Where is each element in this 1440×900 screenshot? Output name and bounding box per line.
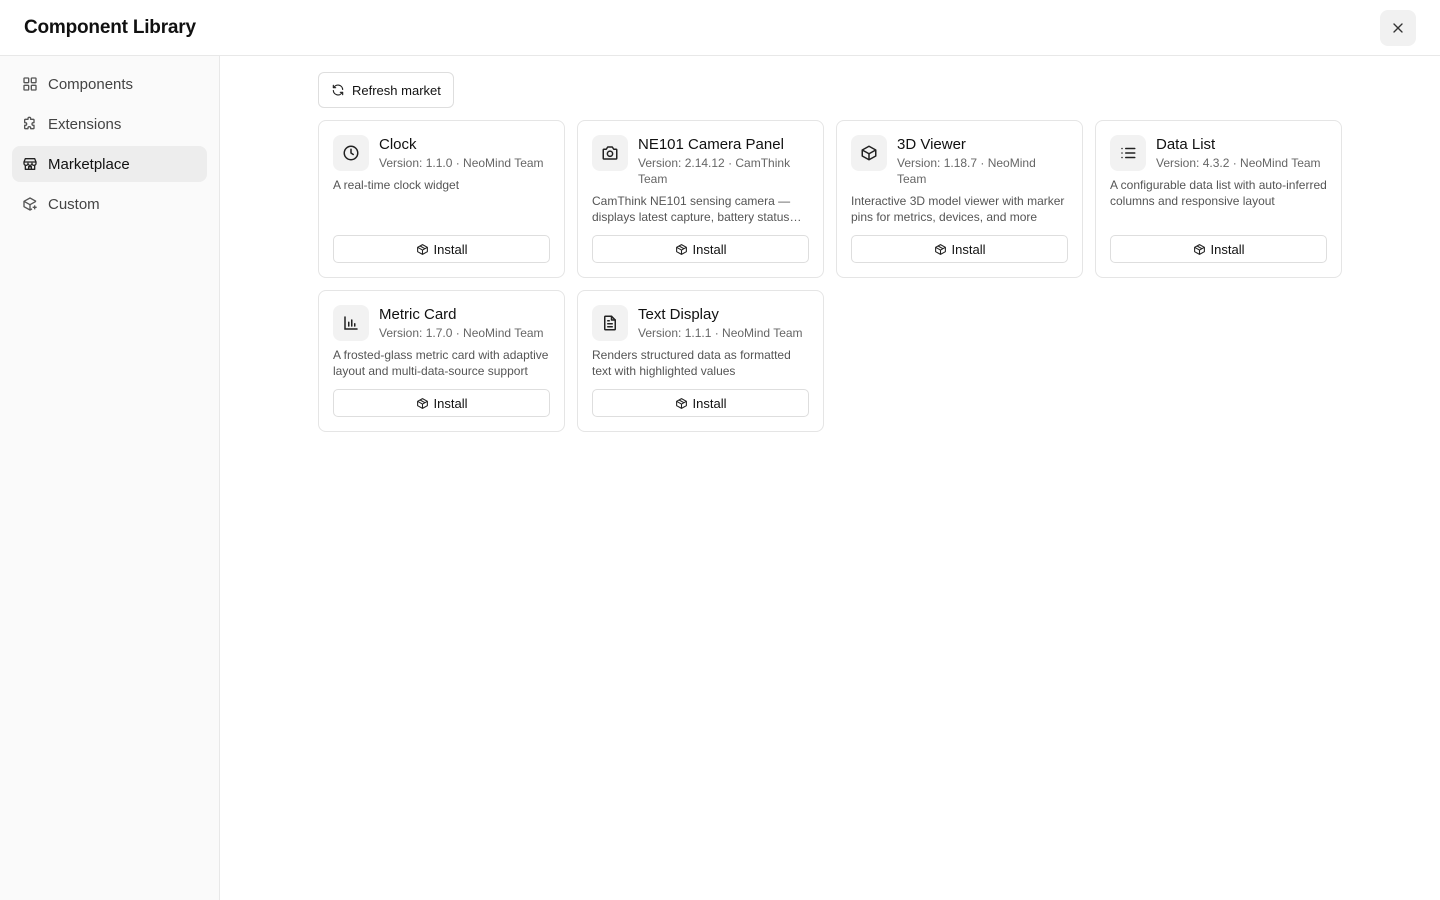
card-description: A frosted-glass metric card with adaptiv… [333,348,549,378]
main-content: Refresh market Clock Version: 1.1.0 · Ne… [220,56,1440,900]
install-button[interactable]: Install [592,389,809,417]
card-description: Renders structured data as formatted tex… [592,348,791,378]
component-card-ne101-camera-panel: NE101 Camera Panel Version: 2.14.12 · Ca… [577,120,824,278]
package-icon [675,243,687,255]
install-label: Install [1210,241,1245,257]
refresh-icon [332,84,344,96]
card-title: 3D Viewer [897,136,966,153]
card-description: A real-time clock widget [333,178,460,192]
package-plus-icon [22,196,38,212]
package-icon [934,243,946,255]
card-version: Version: 1.18.7 · NeoMind Team [897,156,1036,186]
sidebar-item-label: Components [48,75,134,93]
package-icon [1193,243,1205,255]
header: Component Library [0,0,1440,56]
package-icon [416,243,428,255]
sidebar-item-label: Extensions [48,115,122,133]
card-title: Clock [379,136,417,153]
bar-chart-icon [333,305,369,341]
card-version: Version: 1.1.0 · NeoMind Team [379,156,544,170]
component-card-text-display: Text Display Version: 1.1.1 · NeoMind Te… [577,290,824,432]
card-version: Version: 4.3.2 · NeoMind Team [1156,156,1321,170]
component-card-clock: Clock Version: 1.1.0 · NeoMind Team A re… [318,120,565,278]
card-description: CamThink NE101 sensing camera — displays… [592,194,791,224]
file-text-icon [592,305,628,341]
clock-icon [333,135,369,171]
card-version: Version: 1.7.0 · NeoMind Team [379,326,544,340]
card-title: Text Display [638,306,719,323]
grid-icon [22,76,38,92]
sidebar-item-custom[interactable]: Custom [12,186,207,222]
refresh-label: Refresh market [352,82,441,98]
refresh-market-button[interactable]: Refresh market [318,72,454,108]
card-version: Version: 1.1.1 · NeoMind Team [638,326,803,340]
camera-icon [592,135,628,171]
store-icon [22,156,38,172]
card-title: Metric Card [379,306,457,323]
list-icon [1110,135,1146,171]
component-card-data-list: Data List Version: 4.3.2 · NeoMind Team … [1095,120,1342,278]
sidebar-item-marketplace[interactable]: Marketplace [12,146,207,182]
install-button[interactable]: Install [333,235,550,263]
component-card-3d-viewer: 3D Viewer Version: 1.18.7 · NeoMind Team… [836,120,1083,278]
install-label: Install [433,395,468,411]
card-version: Version: 2.14.12 · CamThink Team [638,156,791,186]
close-button[interactable] [1380,9,1416,46]
sidebar: Components Extensions Marketplace Custom [0,56,220,900]
card-title: NE101 Camera Panel [638,136,784,153]
sidebar-item-label: Custom [48,195,100,213]
marketplace-grid: Clock Version: 1.1.0 · NeoMind Team A re… [318,120,1342,432]
install-button[interactable]: Install [851,235,1068,263]
package-icon [416,397,428,409]
install-label: Install [951,241,986,257]
install-button[interactable]: Install [592,235,809,263]
sidebar-item-label: Marketplace [48,155,130,173]
install-label: Install [692,395,727,411]
install-label: Install [692,241,727,257]
card-title: Data List [1156,136,1216,153]
install-button[interactable]: Install [1110,235,1327,263]
card-description: A configurable data list with auto-infer… [1110,178,1327,208]
card-description: Interactive 3D model viewer with marker … [851,194,1065,224]
cube-icon [851,135,887,171]
component-card-metric-card: Metric Card Version: 1.7.0 · NeoMind Tea… [318,290,565,432]
sidebar-item-extensions[interactable]: Extensions [12,106,207,142]
close-icon [1393,22,1403,33]
sidebar-item-components[interactable]: Components [12,66,207,102]
package-icon [675,397,687,409]
install-label: Install [433,241,468,257]
puzzle-icon [22,116,38,132]
page-title: Component Library [24,16,196,38]
install-button[interactable]: Install [333,389,550,417]
